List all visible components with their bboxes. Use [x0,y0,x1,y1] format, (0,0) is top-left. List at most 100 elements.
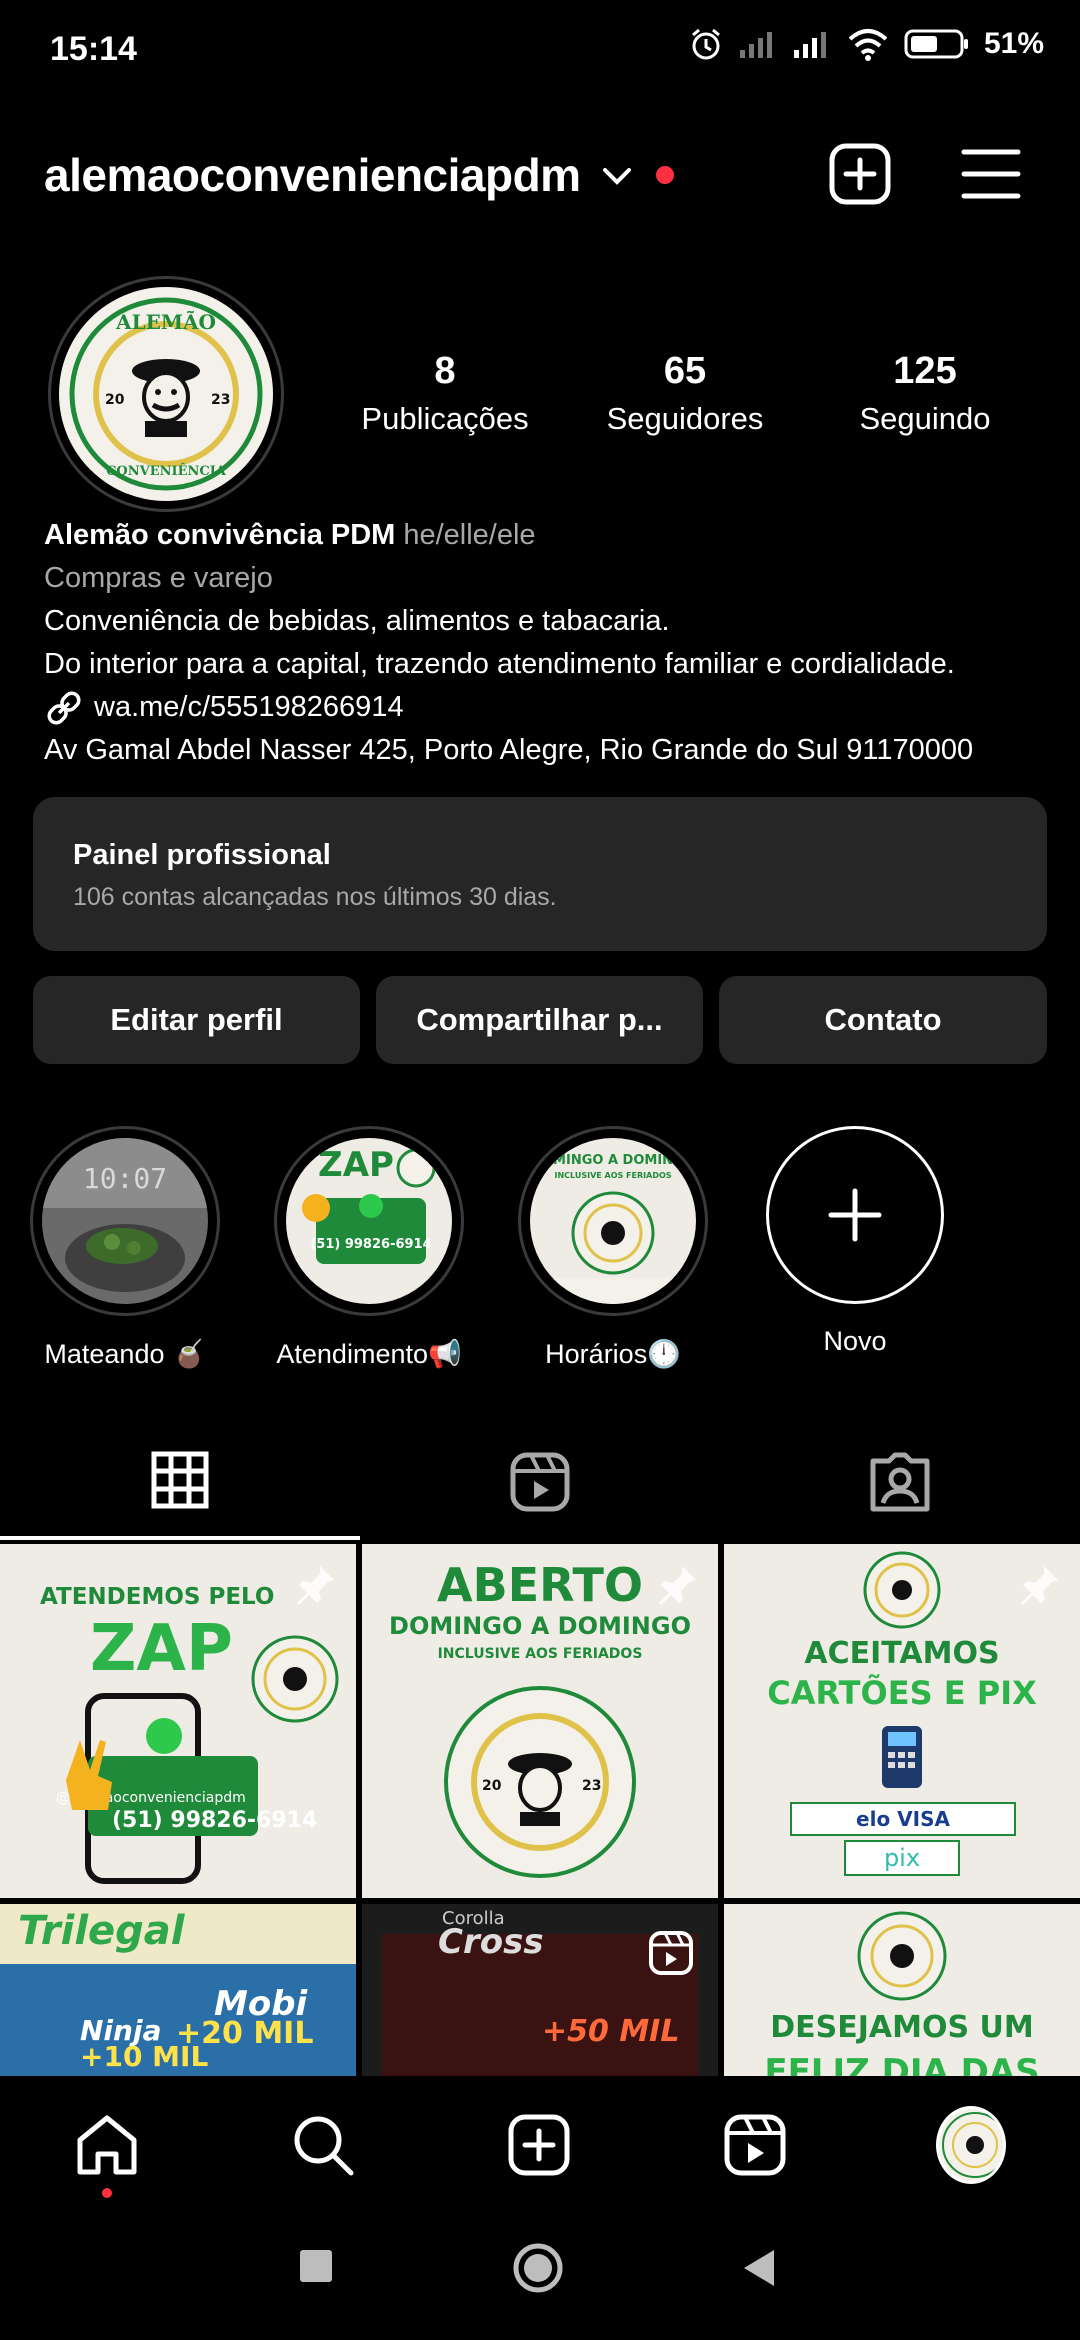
stat-posts-value: 8 [434,350,456,392]
post-tile[interactable]: Trilegal Mobi +20 MIL Ninja +10 MIL [0,1904,356,2076]
post4-line1: Trilegal [18,1908,185,1954]
bio-line-2: Do interior para a capital, trazendo ate… [44,648,955,680]
post2-line1: ABERTO [437,1558,643,1612]
signal-icon-2 [793,32,826,58]
stat-followers[interactable]: 65 Seguidores [580,350,790,437]
post4-line5: +10 MIL [80,2040,209,2073]
post6-line2: FELIZ DIA DAS MÃES! [764,2052,1040,2076]
status-time: 15:14 [50,30,137,68]
stat-followers-label: Seguidores [606,401,764,436]
dashboard-subtitle: 106 contas alcançadas nos últimos 30 dia… [73,883,557,911]
post3-line1: ACEITAMOS [804,1636,1000,1671]
bio-link[interactable]: wa.me/c/555198266914 [44,686,1054,729]
stat-following[interactable]: 125 Seguindo [820,350,1030,437]
profile-avatar[interactable]: 20 23 ALEMÃO CONVENIÊNCIA [48,276,284,512]
logo-year-left: 20 [105,392,125,408]
notification-dot [656,166,674,184]
post1-line2: ZAP [90,1612,233,1686]
post6-line1: DESEJAMOS UM [770,2010,1034,2045]
tab-tagged[interactable] [720,1424,1080,1540]
signal-icon [739,32,772,58]
bio-line-1: Conveniência de bebidas, alimentos e tab… [44,605,670,637]
status-icons: 51% [688,26,1044,62]
highlight-cover: DOMINGO A DOMINGO INCLUSIVE AOS FERIADOS [530,1138,696,1304]
profile-tabs [0,1424,1080,1540]
highlight-ring: 10:07 [30,1126,220,1316]
stat-following-label: Seguindo [859,401,991,436]
highlight-new[interactable]: Novo [760,1126,950,1357]
highlight-label: Novo [823,1326,887,1356]
post-tile[interactable]: ACEITAMOS CARTÕES E PIX elo VISA pix [724,1544,1080,1898]
share-profile-button[interactable]: Compartilhar p... [376,976,703,1064]
pronouns: he/elle/ele [403,519,536,551]
status-bar: 15:14 51% [0,0,1080,96]
nav-create[interactable] [504,2110,574,2180]
nav-home[interactable] [72,2110,142,2180]
chevron-down-icon[interactable] [600,164,634,188]
battery-icon [904,29,968,59]
back-icon[interactable] [740,2248,778,2288]
highlight-ring: ZAP (51) 99826-6914 [274,1126,464,1316]
post1-line1: ATENDEMOS PELO [40,1584,275,1610]
highlight-cover: 10:07 [42,1138,208,1304]
home-icon [77,2115,137,2175]
svg-text:(51) 99826-6914: (51) 99826-6914 [310,1237,431,1252]
svg-text:INCLUSIVE AOS FERIADOS: INCLUSIVE AOS FERIADOS [554,1171,671,1180]
category: Compras e varejo [44,562,273,594]
post2-line2: DOMINGO A DOMINGO [389,1612,691,1640]
plus-icon [828,1188,882,1242]
tagged-icon [870,1452,930,1512]
post3-pix: pix [844,1840,960,1876]
highlight-ring: DOMINGO A DOMINGO INCLUSIVE AOS FERIADOS [518,1126,708,1316]
highlight-horarios[interactable]: DOMINGO A DOMINGO INCLUSIVE AOS FERIADOS… [518,1126,708,1370]
home-system-icon[interactable] [512,2242,564,2294]
recents-icon[interactable] [298,2248,334,2284]
post1-phone: (51) 99826-6914 [112,1808,318,1833]
nav-search[interactable] [288,2110,358,2180]
pin-icon [1021,1566,1058,1605]
menu-icon[interactable] [960,144,1022,204]
reels-icon [724,2114,786,2176]
post-tile[interactable]: ATENDEMOS PELO ZAP @alemaoconvenienciapd… [0,1544,356,1898]
logo-bottom-text: CONVENIÊNCIA [106,463,227,479]
stat-posts[interactable]: 8 Publicações [340,350,550,437]
logo-year-right: 23 [211,392,230,408]
post-tile[interactable]: ABERTO DOMINGO A DOMINGO INCLUSIVE AOS F… [362,1544,718,1898]
nav-profile[interactable] [936,2106,1006,2184]
svg-text:ZAP: ZAP [318,1145,394,1185]
post5-line2: Cross [438,1922,544,1962]
svg-text:23: 23 [582,1778,601,1794]
avatar-logo: 20 23 ALEMÃO CONVENIÊNCIA [59,287,273,501]
stat-posts-label: Publicações [361,401,529,436]
highlight-clock-text: 10:07 [83,1162,167,1195]
tab-reels[interactable] [360,1424,720,1540]
display-name: Alemão convivência PDM [44,519,396,551]
post-tile[interactable]: DESEJAMOS UM FELIZ DIA DAS MÃES! [724,1904,1080,2076]
highlight-label: Atendimento📢 [276,1339,462,1369]
username-switcher[interactable]: alemaoconvenienciapdm [44,148,581,202]
home-activity-dot [102,2188,112,2198]
profile-header: alemaoconvenienciapdm [0,130,1080,220]
pin-icon [297,1566,334,1605]
professional-dashboard[interactable]: Painel profissional 106 contas alcançada… [33,797,1047,951]
highlight-atendimento[interactable]: ZAP (51) 99826-6914 Atendimento📢 [274,1126,464,1370]
search-icon [294,2116,354,2176]
grid-icon [151,1451,209,1509]
post-tile[interactable]: Corolla Cross +50 MIL [362,1904,718,2076]
post5-line3: +50 MIL [542,2014,680,2049]
highlight-label: Mateando 🧉 [44,1339,206,1369]
tab-posts-grid[interactable] [0,1424,360,1540]
create-icon[interactable] [828,142,892,206]
highlight-mateando[interactable]: 10:07 Mateando 🧉 [30,1126,220,1370]
edit-profile-button[interactable]: Editar perfil [33,976,360,1064]
contact-button[interactable]: Contato [719,976,1047,1064]
wifi-icon [848,29,888,61]
post2-line3: INCLUSIVE AOS FERIADOS [437,1646,643,1662]
address[interactable]: Av Gamal Abdel Nasser 425, Porto Alegre,… [44,729,1054,772]
highlight-cover: ZAP (51) 99826-6914 [286,1138,452,1304]
bottom-navigation [0,2076,1080,2212]
nav-reels[interactable] [720,2110,790,2180]
svg-text:20: 20 [482,1778,502,1794]
reel-badge-icon [649,1931,693,1975]
system-navigation [0,2212,1080,2340]
